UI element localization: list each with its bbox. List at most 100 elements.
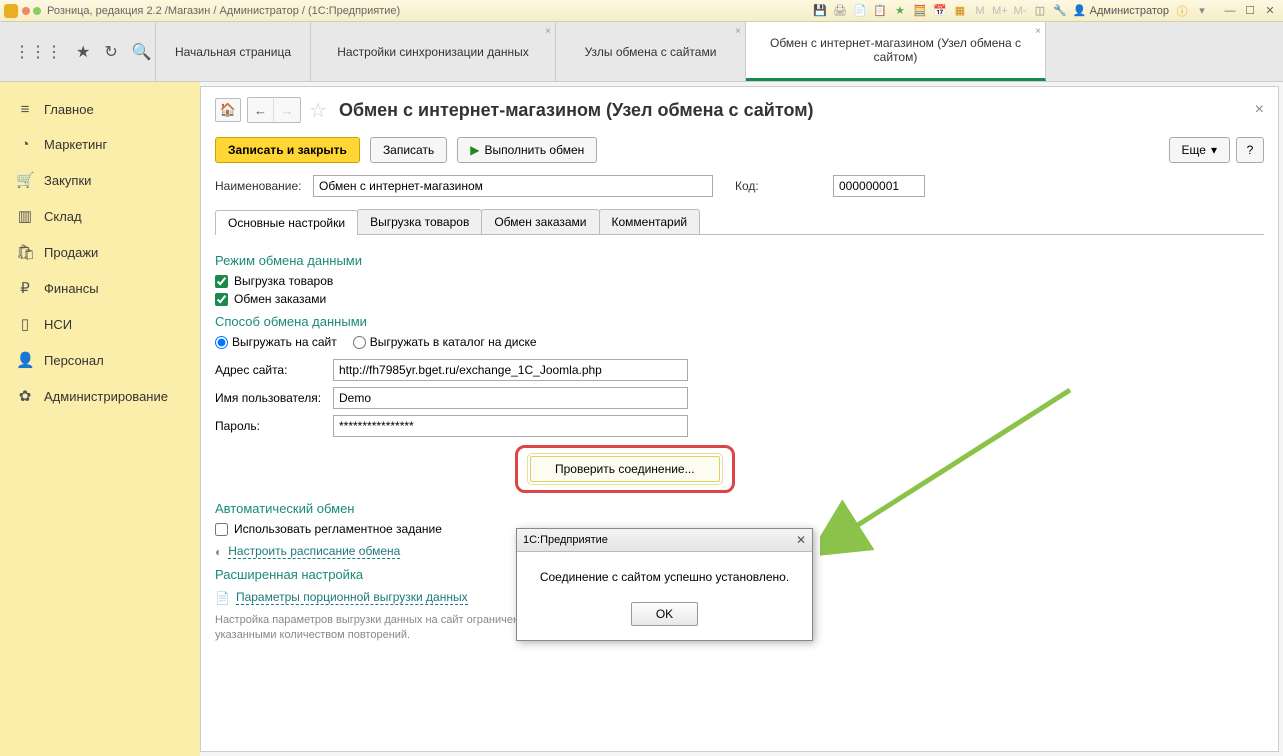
site-address-input[interactable] [333,359,688,381]
doc-icon[interactable]: 📄 [853,4,867,18]
tab-exchange-node-form[interactable]: Обмен с интернет-магазином (Узел обмена … [746,22,1046,81]
configure-schedule-link[interactable]: Настроить расписание обмена [228,544,400,559]
minimize-button[interactable]: — [1221,4,1239,18]
maximize-button[interactable]: ☐ [1241,4,1259,18]
run-exchange-button[interactable]: ▶Выполнить обмен [457,137,597,163]
sidebar-item-warehouse[interactable]: ▥Склад [0,198,200,234]
current-user[interactable]: 👤 Администратор [1073,4,1169,17]
m-minus-icon[interactable]: M [973,4,987,18]
history-icon[interactable]: ↻ [104,42,117,62]
radio-site[interactable]: Выгружать на сайт [215,335,337,349]
section-mode: Режим обмена данными [215,253,1264,268]
tab-exchange-nodes[interactable]: Узлы обмена с сайтами× [556,22,746,81]
checkbox-input[interactable] [215,275,228,288]
tab-home[interactable]: Начальная страница [156,22,311,81]
sidebar-label: Персонал [44,353,104,368]
bag-icon: 🛍 [16,243,34,261]
dropdown-icon[interactable]: ▾ [1195,4,1209,18]
main-area: ≡Главное ◔Маркетинг 🛒Закупки ▥Склад 🛍 Про… [0,82,1283,756]
print-icon[interactable]: 🖨 [833,4,847,18]
checkbox-export-goods[interactable]: Выгрузка товаров [215,274,1264,288]
content-panel: 🏠 ← → ☆ Обмен с интернет-магазином (Узел… [200,86,1279,752]
save-button[interactable]: Записать [370,137,447,163]
code-label: Код: [735,179,827,193]
check-connection-button[interactable]: Проверить соединение... [530,456,720,482]
favorite-icon[interactable]: ★ [76,42,90,62]
button-label: Еще [1182,143,1206,157]
username-label: Имя пользователя: [215,391,333,405]
sidebar-item-sales[interactable]: 🛍 Продажи [0,234,200,270]
dialog-ok-button[interactable]: OK [631,602,698,626]
sidebar-item-marketing[interactable]: ◔Маркетинг [0,127,200,162]
tab-sync-settings[interactable]: Настройки синхронизации данных× [311,22,556,81]
checkbox-input[interactable] [215,523,228,536]
apps-icon[interactable]: ⋮⋮⋮ [14,42,62,62]
traffic-lights [22,7,41,15]
code-input[interactable] [833,175,925,197]
home-button[interactable]: 🏠 [215,98,241,122]
tab-main-settings[interactable]: Основные настройки [215,210,358,235]
sidebar-item-administration[interactable]: ✿Администрирование [0,378,200,414]
sidebar-item-purchases[interactable]: 🛒Закупки [0,162,200,198]
checkbox-label: Выгрузка товаров [234,274,333,288]
tab-close-icon[interactable]: × [735,26,741,37]
close-window-button[interactable]: ✕ [1261,4,1279,18]
tool-icon[interactable]: 🔧 [1053,4,1067,18]
more-button[interactable]: Еще ▾ [1169,137,1230,163]
save-icon[interactable]: 💾 [813,4,827,18]
star-icon[interactable]: ★ [893,4,907,18]
row-password: Пароль: [215,415,1264,437]
tab-export-goods[interactable]: Выгрузка товаров [357,209,482,234]
tab-close-icon[interactable]: × [545,26,551,37]
tab-label: Начальная страница [175,45,291,59]
m-minus2-icon[interactable]: M- [1013,4,1027,18]
m-plus-icon[interactable]: M+ [993,4,1007,18]
copy-icon[interactable]: 📋 [873,4,887,18]
sidebar-item-main[interactable]: ≡Главное [0,92,200,127]
button-label: Выполнить обмен [484,143,584,157]
dialog-titlebar[interactable]: 1С:Предприятие ✕ [517,529,812,552]
radio-disk[interactable]: Выгружать в каталог на диске [353,335,537,349]
content-header: 🏠 ← → ☆ Обмен с интернет-магазином (Узел… [215,97,1264,123]
dialog-close-button[interactable]: ✕ [796,533,806,547]
checkbox-input[interactable] [215,293,228,306]
grid-icon: ▥ [16,207,34,225]
search-icon[interactable]: 🔍 [132,42,152,62]
username-input[interactable] [333,387,688,409]
window-title: Розница, редакция 2.2 /Магазин / Админис… [47,5,400,17]
tab-comment[interactable]: Комментарий [599,209,701,234]
name-input[interactable] [313,175,713,197]
checkbox-label: Обмен заказами [234,292,326,306]
close-page-button[interactable]: × [1255,101,1264,119]
password-input[interactable] [333,415,688,437]
chunk-params-link[interactable]: Параметры порционной выгрузки данных [236,590,468,605]
sidebar-item-finance[interactable]: ₽Финансы [0,270,200,306]
grid-icon[interactable]: ▦ [953,4,967,18]
panel-icon[interactable]: ◫ [1033,4,1047,18]
chart-icon: ◔ [16,136,34,153]
site-address-label: Адрес сайта: [215,363,333,377]
app-logo-icon [4,4,18,18]
save-and-close-button[interactable]: Записать и закрыть [215,137,360,163]
calendar-icon[interactable]: 📅 [933,4,947,18]
action-buttons: Записать и закрыть Записать ▶Выполнить о… [215,137,1264,163]
radio-input[interactable] [353,336,366,349]
back-button[interactable]: ← [248,98,274,122]
checkbox-exchange-orders[interactable]: Обмен заказами [215,292,1264,306]
info-icon[interactable]: ⓘ [1175,4,1189,18]
tab-close-icon[interactable]: × [1035,26,1041,37]
row-username: Имя пользователя: [215,387,1264,409]
radio-input[interactable] [215,336,228,349]
book-icon: ▯ [16,315,34,333]
calc-icon[interactable]: 🧮 [913,4,927,18]
forward-button[interactable]: → [274,98,300,122]
sidebar: ≡Главное ◔Маркетинг 🛒Закупки ▥Склад 🛍 Про… [0,82,200,756]
password-label: Пароль: [215,419,333,433]
sidebar-item-personnel[interactable]: 👤Персонал [0,342,200,378]
tab-exchange-orders[interactable]: Обмен заказами [481,209,599,234]
help-button[interactable]: ? [1236,137,1264,163]
sidebar-item-nsi[interactable]: ▯НСИ [0,306,200,342]
section-method: Способ обмена данными [215,314,1264,329]
favorite-star-icon[interactable]: ☆ [309,98,327,123]
sidebar-label: Продажи [44,245,98,260]
